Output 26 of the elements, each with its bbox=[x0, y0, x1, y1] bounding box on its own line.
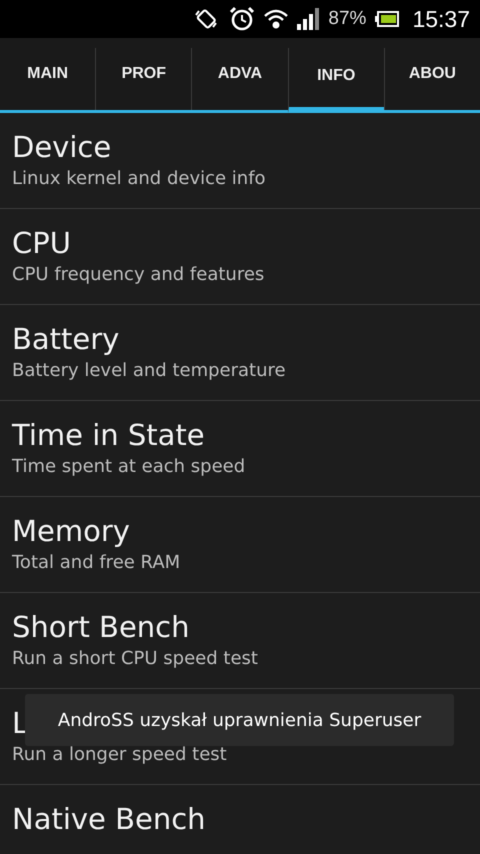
tab[interactable]: ABOU bbox=[384, 48, 480, 110]
item-title[interactable]: Time in State bbox=[12, 417, 205, 453]
battery-percent: 87% bbox=[328, 8, 366, 30]
item-title[interactable]: Device bbox=[12, 129, 112, 165]
item-subtitle: Run a short CPU speed test bbox=[12, 647, 258, 671]
item-title[interactable]: Battery bbox=[12, 321, 120, 357]
signal-icon bbox=[297, 8, 320, 30]
item-subtitle: CPU frequency and features bbox=[12, 263, 264, 287]
item-subtitle: Time spent at each speed bbox=[12, 455, 246, 479]
tab[interactable]: PROF bbox=[95, 48, 192, 110]
item-title[interactable]: Memory bbox=[12, 513, 130, 549]
tab[interactable]: ADVA bbox=[191, 48, 288, 110]
item-title[interactable]: CPU bbox=[12, 225, 71, 261]
item-subtitle: Battery level and temperature bbox=[12, 359, 286, 383]
item-subtitle: Total and free RAM bbox=[12, 551, 180, 575]
alarm-clock-icon bbox=[229, 6, 256, 32]
item-title[interactable]: Native Bench bbox=[12, 801, 206, 837]
item-title[interactable]: Short Bench bbox=[12, 609, 190, 645]
item-subtitle: Run a longer speed test bbox=[12, 743, 227, 767]
tab[interactable]: MAIN bbox=[0, 48, 96, 110]
clock-time: 15:37 bbox=[412, 6, 470, 32]
tab[interactable]: INFO bbox=[288, 48, 384, 113]
superuser-toast: AndroSS uzyskał uprawnienia Superuser bbox=[25, 694, 454, 746]
item-subtitle: Linux kernel and device info bbox=[12, 167, 266, 191]
wifi-icon bbox=[264, 8, 288, 30]
battery-icon bbox=[375, 11, 400, 27]
